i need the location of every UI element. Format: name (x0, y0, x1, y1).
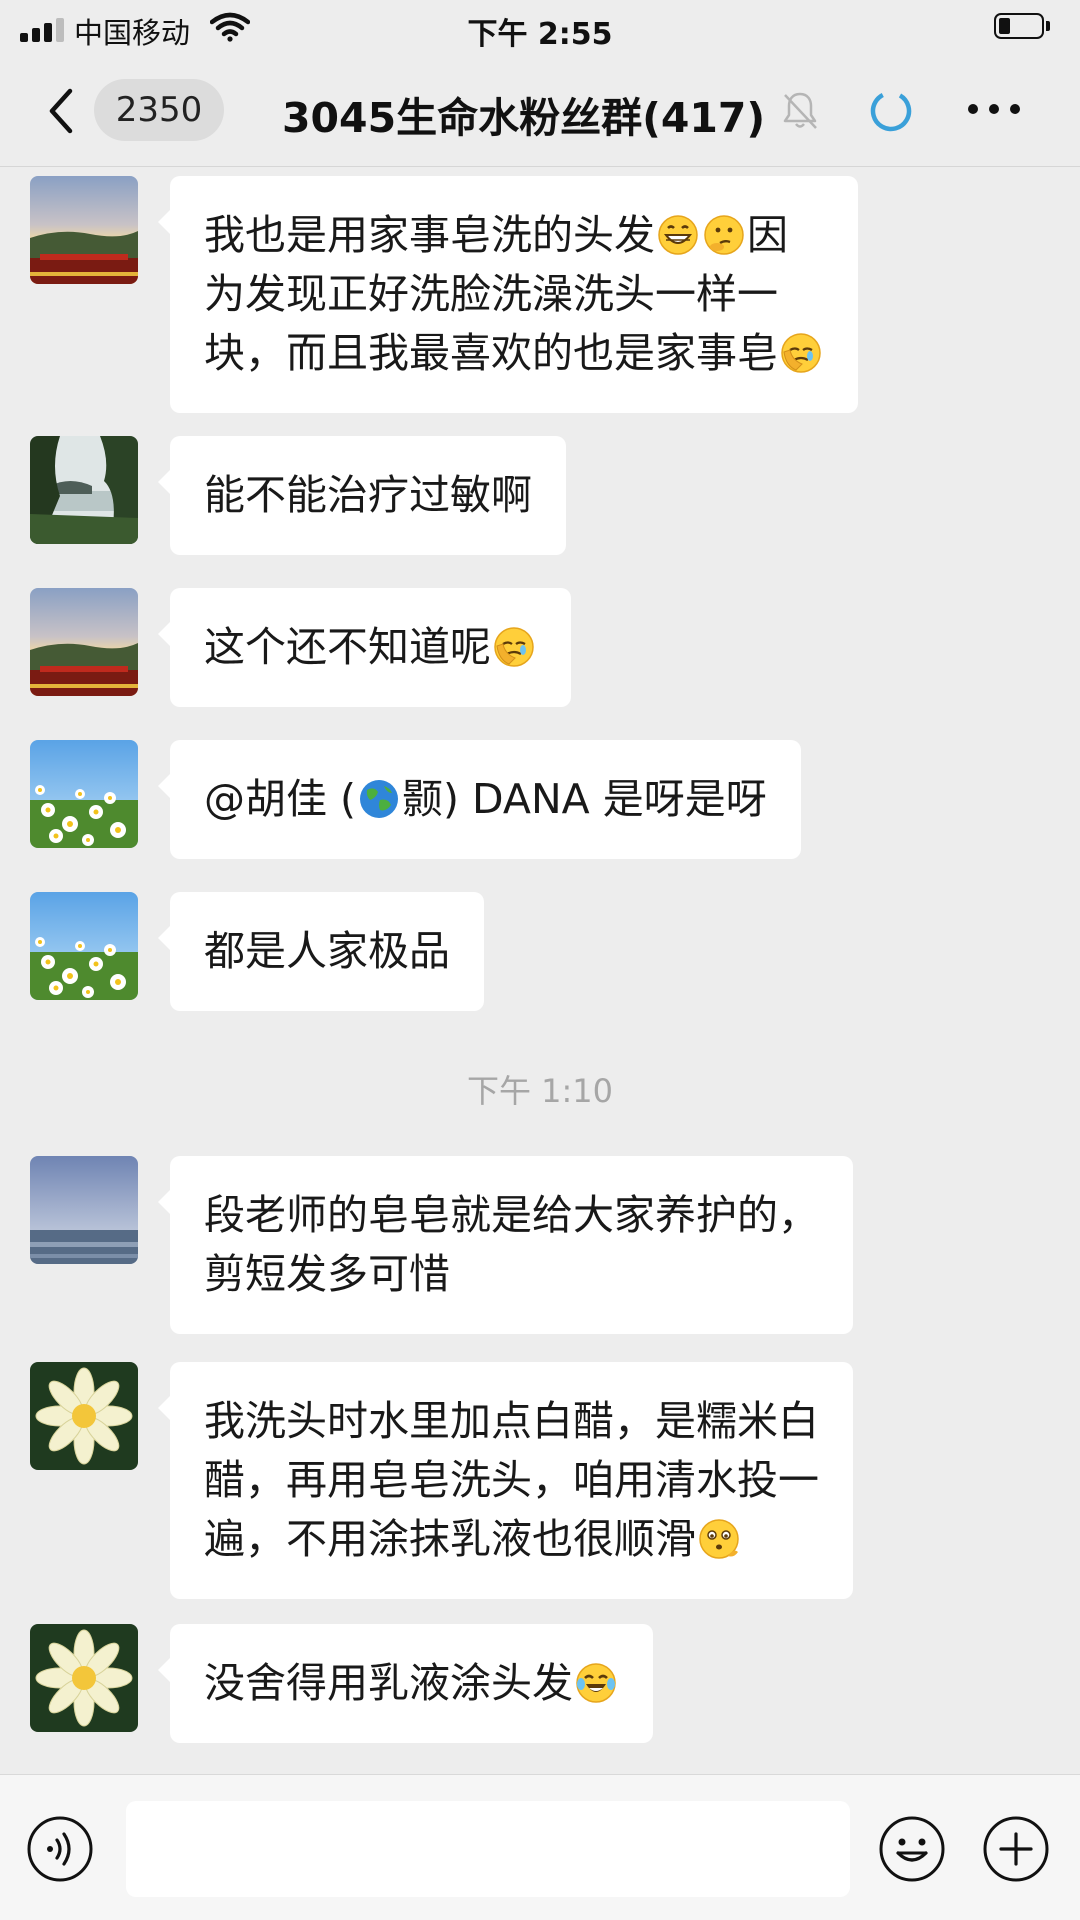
shy-emoji-icon (699, 1519, 739, 1559)
message-bubble[interactable]: 我也是用家事皂洗的头发 因 为发现正好洗脸洗澡洗头一样一 块，而且我最喜欢的也是家… (158, 176, 858, 413)
message-text: @胡佳 ( (204, 775, 357, 823)
globe-emoji-icon (360, 780, 399, 818)
message-text: 这个还不知道呢 (204, 623, 491, 671)
chat-screen: 中国移动 下午 2:55 2350 3045生命水粉丝群(417) 我也是用家事… (0, 0, 1080, 1920)
message-text: 我也是用家事皂洗的头发 (204, 211, 655, 259)
time-divider: 下午 1:10 (466, 1072, 614, 1110)
message-text: 段老师的皂皂就是给大家养护的， (204, 1191, 819, 1239)
message-text: 我洗头时水里加点白醋，是糯米白 (204, 1397, 819, 1445)
facepalm-emoji-icon (781, 333, 821, 373)
status-bar: 中国移动 下午 2:55 (0, 0, 1080, 56)
sunset-sky-avatar[interactable] (30, 176, 138, 284)
message-bubble[interactable]: @胡佳 ( 颢) DANA 是呀是呀 (158, 740, 801, 859)
tears-of-joy-emoji-icon (576, 1663, 616, 1703)
battery-icon (994, 13, 1050, 39)
message-bubble[interactable]: 段老师的皂皂就是给大家养护的， 剪短发多可惜 (158, 1156, 853, 1334)
chat-header: 2350 3045生命水粉丝群(417) (0, 56, 1080, 167)
voice-icon[interactable] (26, 1815, 94, 1883)
emoji-icon[interactable] (878, 1815, 946, 1883)
thinking-emoji-icon (704, 215, 744, 255)
lotus-flower-avatar[interactable] (30, 1362, 138, 1470)
lotus-flower-avatar[interactable] (30, 1624, 138, 1732)
message-text: 都是人家极品 (204, 927, 450, 975)
message-text: 块，而且我最喜欢的也是家事皂 (204, 329, 778, 377)
message-text: 没舍得用乳液涂头发 (204, 1659, 573, 1707)
grin-emoji-icon (658, 215, 698, 255)
daisy-field-avatar[interactable] (30, 892, 138, 1000)
message-text: 颢) DANA 是呀是呀 (402, 775, 767, 823)
facepalm-emoji-icon (494, 627, 534, 667)
message-text: 醋，再用皂皂洗头，咱用清水投一 (204, 1456, 819, 1504)
message-bubble[interactable]: 没舍得用乳液涂头发 (158, 1624, 653, 1743)
sunset-sky-avatar[interactable] (30, 588, 138, 696)
plus-icon[interactable] (982, 1815, 1050, 1883)
chat-input-bar (0, 1774, 1080, 1920)
daisy-field-avatar[interactable] (30, 740, 138, 848)
more-dots-icon[interactable] (968, 102, 1024, 118)
message-bubble[interactable]: 能不能治疗过敏啊 (158, 436, 566, 555)
sea-horizon-avatar[interactable] (30, 1156, 138, 1264)
unread-count-badge[interactable]: 2350 (94, 79, 224, 141)
message-text: 遍，不用涂抹乳液也很顺滑 (204, 1515, 696, 1563)
message-text: 因 (747, 211, 788, 259)
message-bubble[interactable]: 这个还不知道呢 (158, 588, 571, 707)
message-bubble[interactable]: 都是人家极品 (158, 892, 484, 1011)
status-clock: 下午 2:55 (467, 17, 613, 52)
back-chevron-icon[interactable] (42, 86, 82, 136)
message-text: 剪短发多可惜 (204, 1250, 450, 1298)
message-text: 为发现正好洗脸洗澡洗头一样一 (204, 270, 778, 318)
loading-ring-icon (870, 90, 912, 132)
forest-lake-avatar[interactable] (30, 436, 138, 544)
mute-bell-icon (783, 92, 817, 129)
message-text: 能不能治疗过敏啊 (204, 471, 532, 519)
message-bubble[interactable]: 我洗头时水里加点白醋，是糯米白 醋，再用皂皂洗头，咱用清水投一 遍，不用涂抹乳液… (158, 1362, 853, 1599)
chat-title: 3045生命水粉丝群(417) (282, 94, 766, 142)
message-input[interactable] (126, 1801, 850, 1897)
